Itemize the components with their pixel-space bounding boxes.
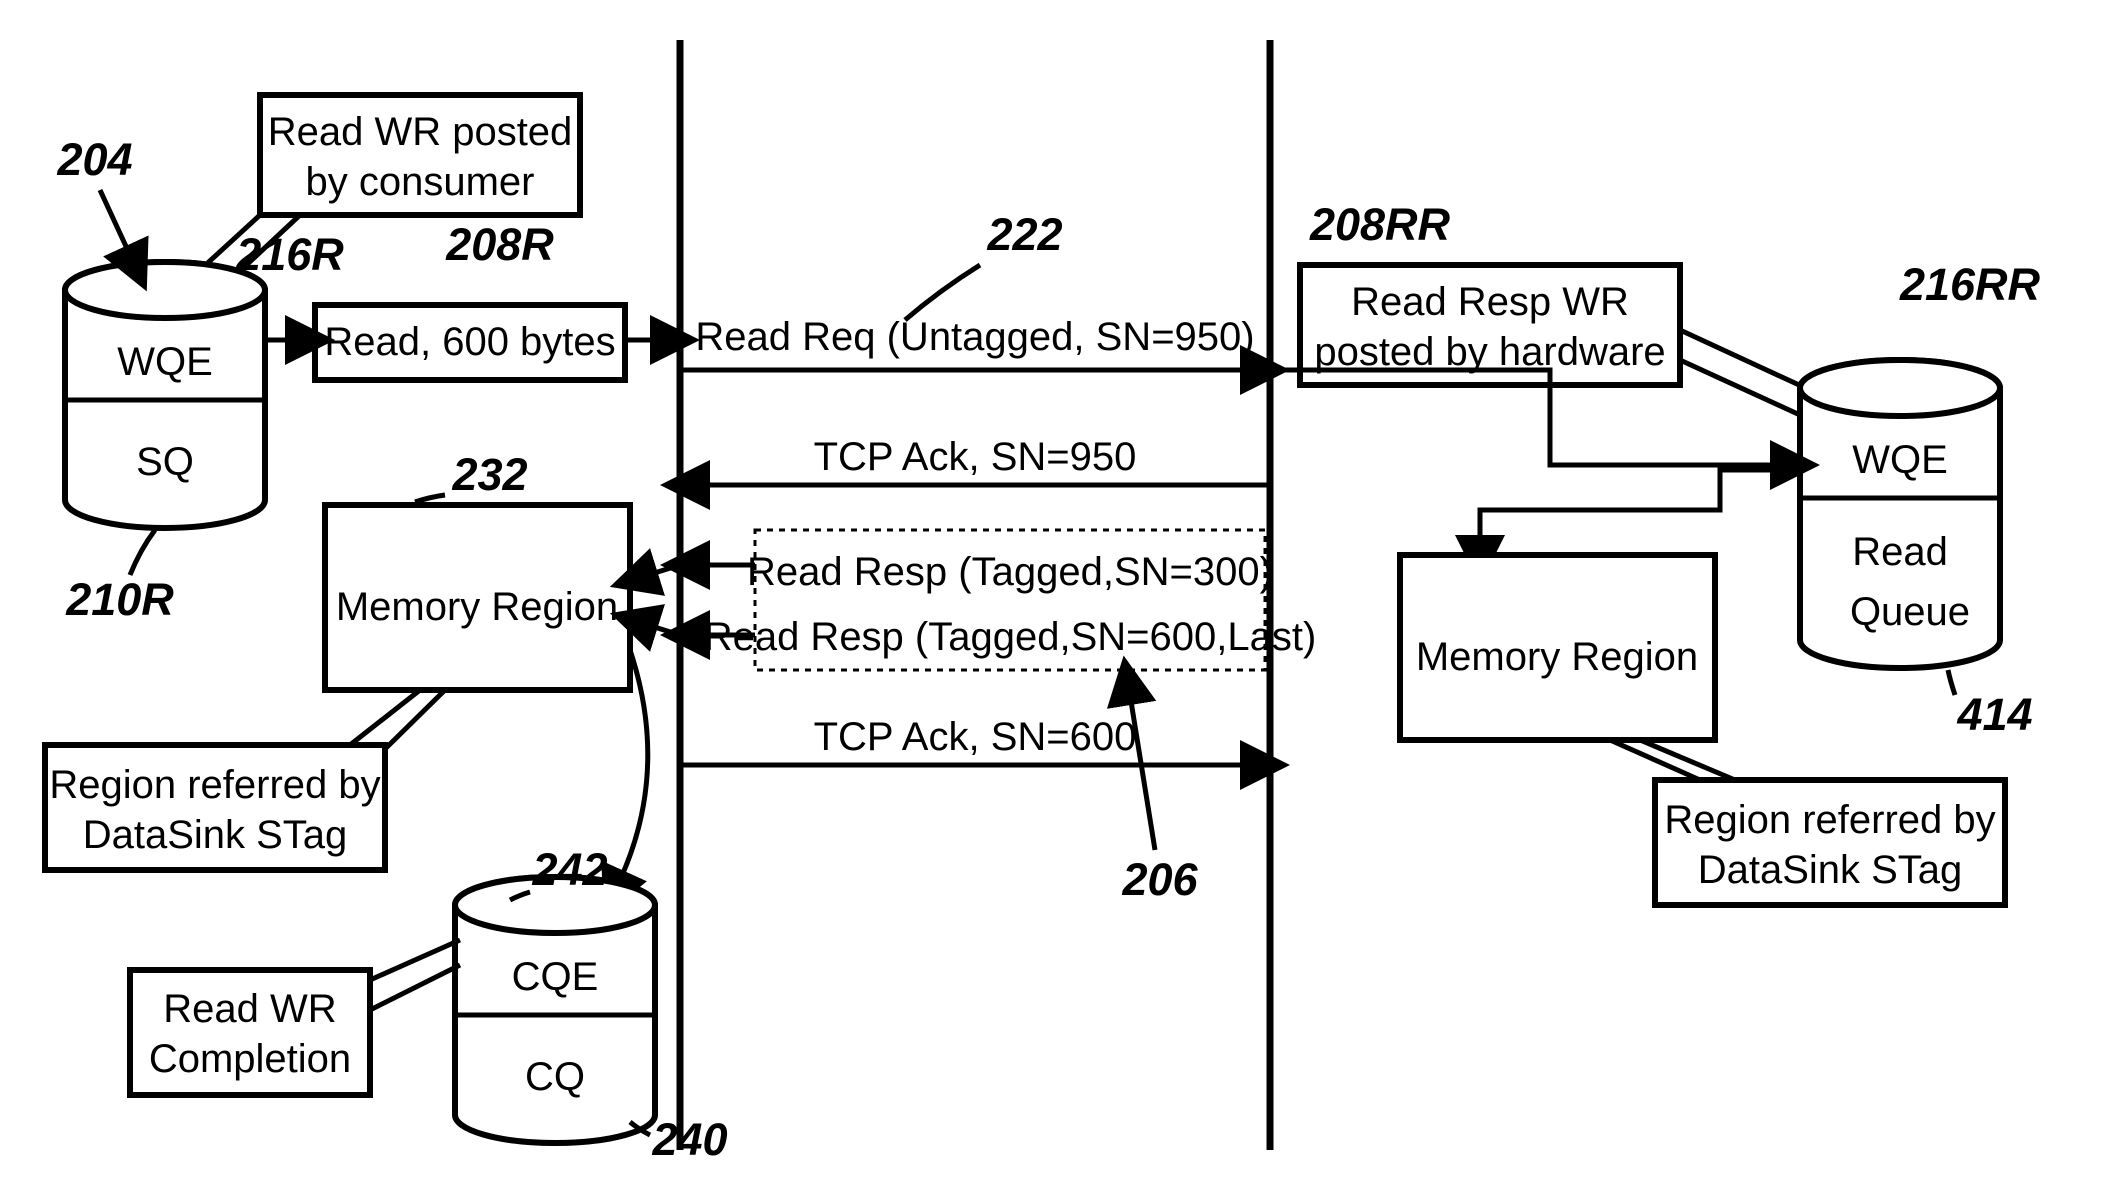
readQ2-label: Queue <box>1850 590 1970 634</box>
cq-cylinder: CQE CQ <box>455 877 655 1143</box>
ref-242: 242 <box>531 844 607 895</box>
readQ1-label: Read <box>1852 530 1948 574</box>
memRegionR-label: Memory Region <box>1416 635 1698 679</box>
sq-cylinder: WQE SQ <box>65 262 265 528</box>
readWR2-label: by consumer <box>306 160 535 204</box>
ref-210R: 210R <box>65 574 174 625</box>
readRespWR1: Read Resp WR <box>1351 280 1629 324</box>
ref-216RR: 216RR <box>1899 259 2041 310</box>
readReq-label: Read Req (Untagged, SN=950) <box>695 315 1254 359</box>
cqe-label: CQE <box>512 955 599 999</box>
sq-label: SQ <box>136 440 194 484</box>
regionRefR2: DataSink STag <box>1698 848 1963 892</box>
regionRefR1: Region referred by <box>1664 798 1995 842</box>
cq-label: CQ <box>525 1055 585 1099</box>
ref-232: 232 <box>451 449 527 500</box>
memRegionL-label: Memory Region <box>336 585 618 629</box>
wqe-label: WQE <box>117 340 213 384</box>
tcpAck600-label: TCP Ack, SN=600 <box>814 715 1137 759</box>
ref-414: 414 <box>1956 689 2032 740</box>
ref-216R: 216R <box>235 229 344 280</box>
readResp300-label: Read Resp (Tagged,SN=300) <box>747 550 1273 594</box>
ref-208R: 208R <box>445 219 554 270</box>
regionRefL1: Region referred by <box>49 763 380 807</box>
ref-206: 206 <box>1121 854 1198 905</box>
ref-222: 222 <box>986 209 1062 260</box>
wqe2-label: WQE <box>1852 438 1948 482</box>
readq-cylinder: WQE Read Queue <box>1800 360 2000 668</box>
readRespWR2: posted by hardware <box>1314 330 1665 374</box>
readWR1-label: Read WR posted <box>268 110 573 154</box>
read600-label: Read, 600 bytes <box>324 320 615 364</box>
readWRcomp2: Completion <box>149 1037 351 1081</box>
ref-240: 240 <box>651 1114 727 1165</box>
readWRcomp1: Read WR <box>163 987 336 1031</box>
tcpAck950-label: TCP Ack, SN=950 <box>814 435 1137 479</box>
regionRefL2: DataSink STag <box>83 813 348 857</box>
readResp600-label: Read Resp (Tagged,SN=600,Last) <box>704 615 1317 659</box>
ref-204: 204 <box>56 134 132 185</box>
ref-208RR: 208RR <box>1309 199 1451 250</box>
